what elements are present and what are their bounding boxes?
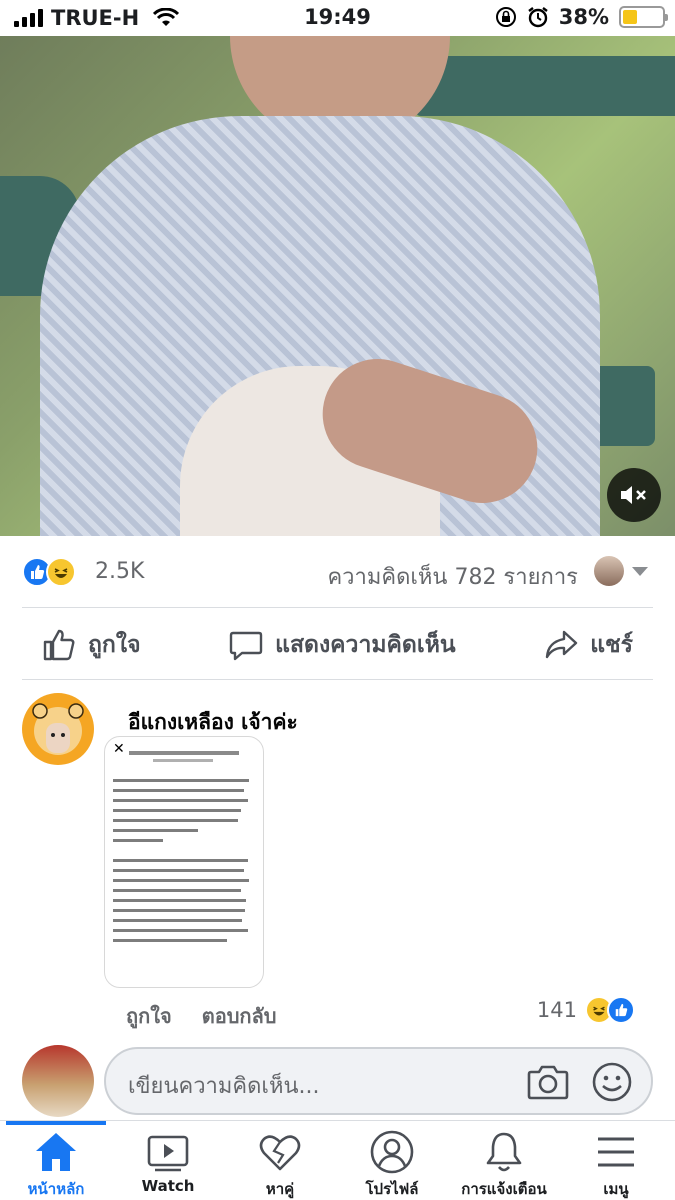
viewer-avatar[interactable] — [594, 556, 624, 586]
background-sign — [415, 56, 675, 116]
alarm-icon — [528, 7, 548, 28]
thumbs-up-icon — [43, 629, 75, 661]
battery-percent: 38% — [558, 5, 609, 29]
comment-actions: ถูกใจ ตอบกลับ — [126, 1000, 276, 1032]
comment-input[interactable]: เขียนความคิดเห็น... — [104, 1047, 653, 1115]
menu-icon — [598, 1137, 634, 1167]
mute-button[interactable] — [607, 468, 661, 522]
haha-reaction-icon — [46, 557, 76, 587]
reaction-count: 2.5K — [95, 559, 145, 584]
bottom-navigation: หน้าหลัก Watch หาคู่ โปรไฟล์ การแจ้งเตือ… — [0, 1120, 675, 1200]
emoji-icon[interactable] — [591, 1061, 633, 1103]
video-player[interactable] — [0, 36, 675, 536]
dating-heart-icon — [259, 1135, 301, 1171]
bell-icon — [486, 1132, 522, 1172]
close-icon: ✕ — [113, 741, 125, 757]
battery-icon — [619, 6, 668, 28]
speaker-muted-icon — [621, 486, 646, 504]
profile-icon — [370, 1130, 414, 1174]
commenter-name[interactable]: อีแกงเหลือง เจ้าค่ะ — [128, 706, 298, 739]
comment-button[interactable]: แสดงความคิดเห็น — [229, 627, 456, 663]
comment-reply-button[interactable]: ตอบกลับ — [202, 1000, 277, 1032]
comment-like-button[interactable]: ถูกใจ — [126, 1000, 172, 1032]
like-label: ถูกใจ — [88, 632, 141, 658]
comment-count-link[interactable]: ความคิดเห็น 782 รายการ — [327, 559, 578, 594]
comment-input-placeholder: เขียนความคิดเห็น... — [128, 1074, 320, 1099]
home-icon — [36, 1133, 76, 1171]
divider — [22, 607, 653, 608]
nav-home[interactable]: หน้าหลัก — [0, 1121, 112, 1200]
comment-bubble-icon — [229, 631, 263, 661]
camera-icon[interactable] — [527, 1062, 569, 1102]
commenter-avatar[interactable] — [22, 693, 94, 765]
comment-image-attachment[interactable]: ✕ — [104, 736, 264, 988]
nav-profile[interactable]: โปรไฟล์ — [336, 1121, 448, 1200]
post-actions: ถูกใจ แสดงความคิดเห็น แชร์ — [22, 612, 653, 678]
nav-dating[interactable]: หาคู่ — [224, 1121, 336, 1200]
share-arrow-icon — [546, 630, 578, 659]
chevron-down-icon[interactable] — [632, 567, 648, 576]
like-button[interactable]: ถูกใจ — [42, 627, 141, 663]
rotation-lock-icon — [495, 7, 516, 27]
nav-notifications[interactable]: การแจ้งเตือน — [448, 1121, 560, 1200]
nav-watch[interactable]: Watch — [112, 1121, 224, 1200]
share-button[interactable]: แชร์ — [544, 627, 633, 663]
nav-menu[interactable]: เมนู — [560, 1121, 672, 1200]
comment-reactions[interactable]: 141 — [537, 996, 635, 1024]
reactions-summary[interactable]: 2.5K ความคิดเห็น 782 รายการ — [22, 555, 652, 591]
status-bar: TRUE-H 19:49 38% — [0, 0, 675, 36]
cartoon-lion-icon — [32, 703, 84, 755]
like-reaction-icon — [607, 996, 635, 1024]
my-avatar[interactable] — [22, 1045, 94, 1117]
share-label: แชร์ — [590, 632, 633, 658]
comment-label: แสดงความคิดเห็น — [275, 632, 456, 658]
divider — [22, 679, 653, 680]
comment-reaction-count: 141 — [536, 998, 577, 1022]
watch-icon — [147, 1135, 189, 1172]
